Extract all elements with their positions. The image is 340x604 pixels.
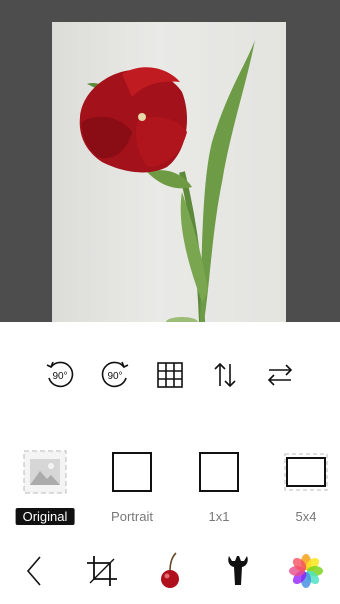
square-frame-icon — [199, 452, 239, 492]
filters-button[interactable] — [150, 549, 190, 593]
flip-horizontal-button[interactable] — [262, 357, 298, 393]
flip-vertical-icon — [214, 362, 236, 388]
rotate-right-button[interactable]: 90° — [97, 357, 133, 393]
portrait-frame-icon — [112, 452, 152, 492]
cherry-icon — [161, 552, 179, 588]
rotate-right-icon: 90° — [101, 361, 129, 388]
rotate-right-label: 90° — [107, 371, 122, 382]
tulip-image — [79, 40, 255, 322]
edit-toolbar: 90° 90° — [0, 357, 340, 397]
flip-vertical-button[interactable] — [207, 357, 243, 393]
ratio-1x1-label: 1x1 — [208, 509, 230, 524]
ratio-portrait[interactable]: Portrait — [97, 447, 167, 529]
photos-icon — [289, 554, 323, 588]
original-image-icon — [23, 450, 67, 494]
rotate-left-label: 90° — [52, 371, 67, 382]
wrench-icon — [228, 556, 248, 585]
ratio-1x1[interactable]: 1x1 — [184, 447, 254, 529]
photos-button[interactable] — [286, 549, 326, 593]
image-preview — [0, 0, 340, 322]
aspect-ratio-options: Original Portrait 1x1 5x4 — [0, 447, 340, 537]
back-icon — [26, 556, 41, 586]
flip-horizontal-icon — [267, 364, 293, 386]
ratio-5x4[interactable]: 5x4 — [271, 447, 340, 529]
grid-icon — [157, 362, 183, 388]
5x4-frame-icon — [284, 453, 328, 491]
grid-button[interactable] — [152, 357, 188, 393]
back-button[interactable] — [14, 549, 54, 593]
adjust-button[interactable] — [218, 549, 258, 593]
ratio-original-label: Original — [15, 508, 75, 525]
crop-button[interactable] — [82, 549, 122, 593]
ratio-5x4-label: 5x4 — [295, 509, 317, 524]
rotate-left-button[interactable]: 90° — [42, 357, 78, 393]
crop-icon — [87, 556, 117, 586]
photo — [52, 22, 286, 322]
bottom-navigation — [0, 545, 340, 597]
ratio-portrait-label: Portrait — [111, 509, 153, 524]
ratio-original[interactable]: Original — [10, 447, 80, 529]
rotate-left-icon: 90° — [46, 361, 74, 388]
